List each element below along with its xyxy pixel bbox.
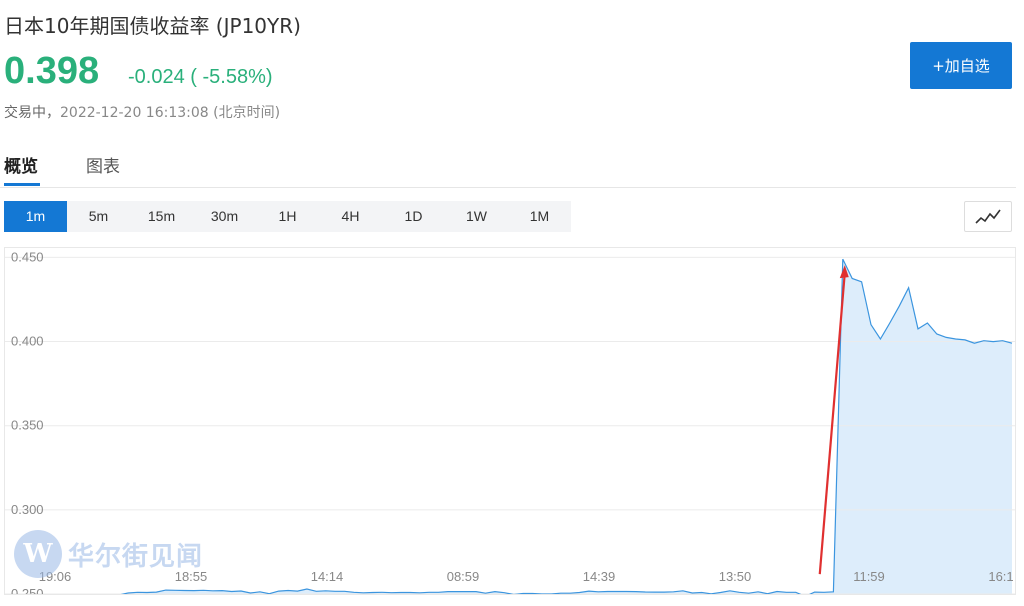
status-label: 交易中， [4,105,60,121]
page-title: 日本10年期国债收益率 (JP10YR) [4,14,301,38]
y-tick-label: 0.300 [11,502,44,517]
watermark-logo: W [14,530,62,578]
period-15m[interactable]: 15m [130,201,193,232]
add-watchlist-button[interactable]: +加自选 [910,42,1012,89]
watermark: W 华尔街见闻 [14,530,203,578]
trading-status: 交易中，2022-12-20 16:13:08 (北京时间) [4,102,280,122]
y-tick-label: 0.350 [11,418,44,433]
tab-overview[interactable]: 概览 [4,152,38,177]
y-tick-label: 0.450 [11,249,44,264]
period-1w[interactable]: 1W [445,201,508,232]
period-5m[interactable]: 5m [67,201,130,232]
x-tick-label: 16:1 [988,569,1013,584]
period-30m[interactable]: 30m [193,201,256,232]
period-1m[interactable]: 1m [4,201,67,232]
price-change: -0.024 ( -5.58%) [128,66,273,88]
x-tick-label: 11:59 [853,569,885,584]
period-1h[interactable]: 1H [256,201,319,232]
x-tick-label: 13:50 [719,569,752,584]
period-4h[interactable]: 4H [319,201,382,232]
tab-bar: 概览 图表 [0,150,1016,188]
tab-chart[interactable]: 图表 [86,152,120,177]
chart-type-button[interactable] [964,201,1012,232]
x-tick-label: 14:14 [311,569,344,584]
x-tick-label: 08:59 [447,569,480,584]
period-1mo[interactable]: 1M [508,201,571,232]
watermark-text: 华尔街见闻 [68,541,204,572]
timestamp: 2022-12-20 16:13:08 (北京时间) [60,105,281,121]
line-chart-icon [975,209,1001,224]
period-1d[interactable]: 1D [382,201,445,232]
y-tick-label: 0.250 [11,586,44,594]
y-tick-label: 0.400 [11,334,44,349]
active-tab-indicator [4,183,40,186]
price-value: 0.398 [4,50,100,92]
period-selector: 1m 5m 15m 30m 1H 4H 1D 1W 1M [4,201,571,232]
x-tick-label: 14:39 [583,569,616,584]
